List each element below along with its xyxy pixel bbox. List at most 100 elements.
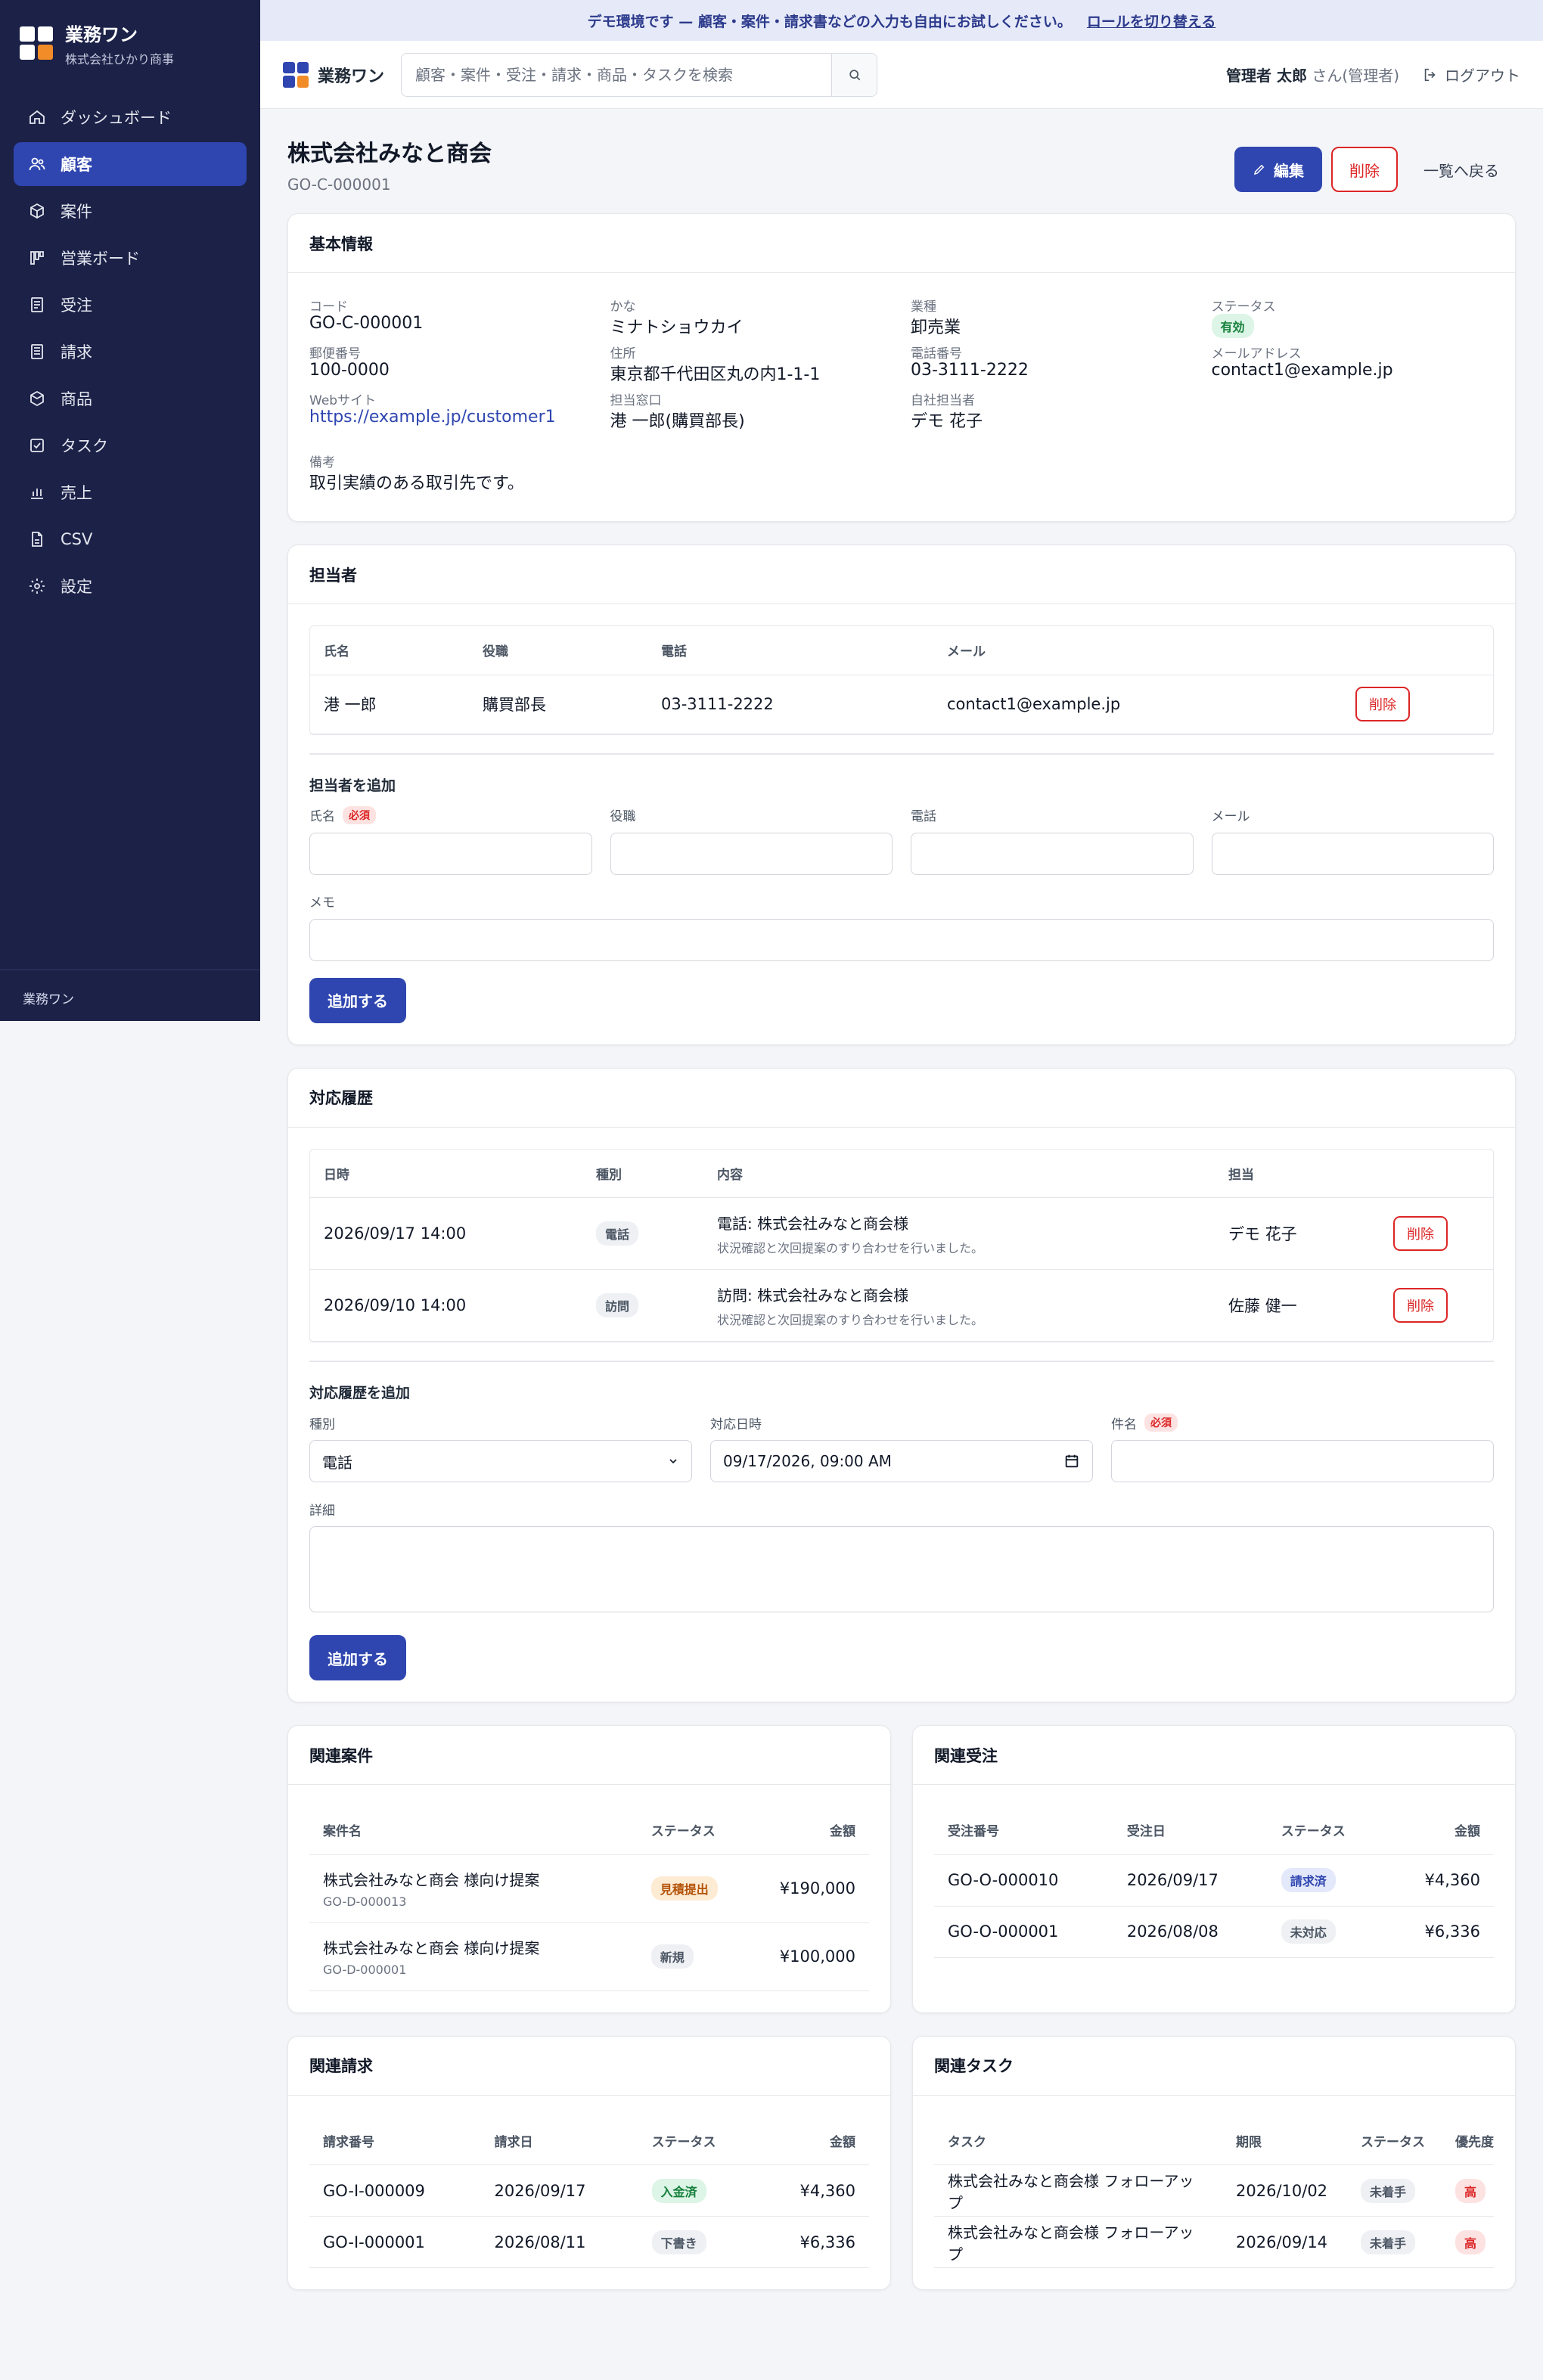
demo-banner: デモ環境です — 顧客・案件・請求書などの入力も自由にお試しください。 ロールを… — [260, 0, 1543, 41]
sidebar-item-orders[interactable]: 受注 — [14, 283, 247, 327]
back-to-list-button[interactable]: 一覧へ戻る — [1407, 147, 1516, 192]
history-type-select[interactable]: 電話 — [309, 1440, 692, 1482]
delete-history-button[interactable]: 削除 — [1393, 1216, 1448, 1251]
sidebar-item-sales[interactable]: 売上 — [14, 470, 247, 514]
table-row[interactable]: GO-I-000009 2026/09/17 入金済 ¥4,360 — [309, 2164, 869, 2217]
order-amount: ¥4,360 — [1386, 1854, 1494, 1907]
sidebar-item-label: 案件 — [61, 203, 92, 221]
card-title: 関連案件 — [288, 1726, 890, 1785]
history-detail: 状況確認と次回提案のすり合わせを行いました。 — [717, 1240, 984, 1255]
field-label: メールアドレス — [1211, 346, 1302, 361]
page-actions: 編集 削除 一覧へ戻る — [1234, 147, 1516, 192]
delete-button[interactable]: 削除 — [1331, 147, 1398, 192]
column-header: 受注番号 — [934, 1806, 1113, 1855]
sidebar-item-invoices[interactable]: 請求 — [14, 330, 247, 374]
table-row[interactable]: 株式会社みなと商会様 フォローアップ 2026/09/14 未着手 高 — [934, 2216, 1494, 2268]
history-owner: 佐藤 健一 — [1215, 1269, 1380, 1342]
search-button[interactable] — [831, 53, 877, 96]
contact-memo-input[interactable] — [309, 918, 1494, 961]
sidebar-item-csv[interactable]: CSV — [14, 517, 247, 561]
column-header: 金額 — [765, 1806, 869, 1855]
column-header: 役職 — [469, 626, 647, 675]
priority-badge: 高 — [1455, 2230, 1486, 2254]
topbar: 業務ワン 管理者 太郎 さん(管理者) ログアウト — [260, 41, 1543, 109]
brand[interactable]: 業務ワン 株式会社ひかり商事 — [0, 0, 260, 86]
history-table: 日時 種別 内容 担当 2026/09/17 14:00 電話 電話: 株式会社… — [309, 1148, 1494, 1342]
deal-code: GO-D-000013 — [323, 1894, 407, 1909]
task-due: 2026/10/02 — [1222, 2164, 1347, 2217]
calendar-icon[interactable] — [1063, 1453, 1080, 1469]
current-user: 管理者 太郎 さん(管理者) — [1226, 64, 1399, 85]
edit-button[interactable]: 編集 — [1234, 147, 1322, 192]
sidebar-item-products[interactable]: 商品 — [14, 377, 247, 420]
status-badge: 下書き — [651, 2230, 706, 2254]
deal-name: 株式会社みなと商会 様向け提案 — [323, 1871, 540, 1889]
field-label: 自社担当者 — [911, 393, 975, 408]
sidebar-item-label: 受注 — [61, 296, 92, 315]
table-row: 2026/09/17 14:00 電話 電話: 株式会社みなと商会様 状況確認と次… — [310, 1197, 1493, 1270]
history-owner: デモ 花子 — [1215, 1197, 1380, 1270]
history-detail-textarea[interactable] — [309, 1526, 1494, 1612]
search-icon — [849, 69, 860, 80]
column-header: 優先度 — [1442, 2116, 1494, 2165]
card-title: 対応履歴 — [288, 1069, 1515, 1128]
kanban-icon — [27, 248, 47, 268]
field-kana: ミナトショウカイ — [610, 318, 744, 337]
sidebar-item-sales-board[interactable]: 営業ボード — [14, 236, 247, 280]
website-link[interactable]: https://example.jp/customer1 — [309, 408, 556, 427]
history-datetime: 2026/09/10 14:00 — [310, 1269, 582, 1342]
field-label: コード — [309, 299, 348, 315]
banner-text: デモ環境です — 顧客・案件・請求書などの入力も自由にお試しください。 — [587, 13, 1072, 30]
history-type-badge: 電話 — [596, 1221, 639, 1246]
delete-contact-button[interactable]: 削除 — [1355, 687, 1410, 721]
field-label: 詳細 — [309, 1503, 335, 1519]
history-datetime-input[interactable]: 09/17/2026, 09:00 AM — [710, 1440, 1093, 1482]
table-row[interactable]: GO-I-000001 2026/08/11 下書き ¥6,336 — [309, 2216, 869, 2268]
related-invoices-card: 関連請求 請求番号 請求日 ステータス 金額 GO-I-000009 2026/… — [287, 2035, 891, 2290]
sidebar: 業務ワン 株式会社ひかり商事 ダッシュボード 顧客 案件 営業ボード 受注 請求 — [0, 0, 260, 1021]
order-no: GO-O-000001 — [934, 1906, 1113, 1958]
sidebar-item-settings[interactable]: 設定 — [14, 564, 247, 608]
column-header: 請求番号 — [309, 2116, 481, 2165]
add-history-button[interactable]: 追加する — [309, 1635, 406, 1680]
sidebar-item-label: タスク — [61, 437, 108, 455]
sidebar-item-label: 売上 — [61, 484, 92, 502]
order-date: 2026/09/17 — [1113, 1854, 1268, 1907]
add-contact-button[interactable]: 追加する — [309, 977, 406, 1023]
field-contact: 港 一郎(購買部長) — [610, 412, 745, 431]
logout-button[interactable]: ログアウト — [1422, 64, 1520, 85]
user-name: 管理者 太郎 — [1226, 67, 1308, 85]
status-badge: 入金済 — [651, 2178, 706, 2203]
column-header: ステータス — [637, 1806, 766, 1855]
field-label: メール — [1211, 809, 1250, 824]
table-row[interactable]: 株式会社みなと商会 様向け提案 GO-D-000001 新規 ¥100,000 — [309, 1922, 869, 1991]
sidebar-item-label: 請求 — [61, 343, 92, 361]
contact-phone-input[interactable] — [911, 832, 1194, 875]
contact-role-input[interactable] — [610, 832, 893, 875]
table-row[interactable]: GO-O-000010 2026/09/17 請求済 ¥4,360 — [934, 1854, 1494, 1907]
field-label: Webサイト — [309, 393, 377, 408]
sidebar-item-deals[interactable]: 案件 — [14, 189, 247, 233]
table-row[interactable]: 株式会社みなと商会 様向け提案 GO-D-000013 見積提出 ¥190,000 — [309, 1854, 869, 1923]
search-input[interactable] — [402, 53, 832, 96]
sidebar-item-tasks[interactable]: タスク — [14, 424, 247, 467]
topbar-brand[interactable]: 業務ワン — [283, 61, 384, 88]
switch-role-link[interactable]: ロールを切り替える — [1087, 11, 1215, 31]
contact-name-input[interactable] — [309, 832, 592, 875]
add-history-title: 対応履歴を追加 — [309, 1385, 411, 1401]
status-badge: 有効 — [1211, 314, 1254, 338]
table-row[interactable]: GO-O-000001 2026/08/08 未対応 ¥6,336 — [934, 1906, 1494, 1958]
field-label: 電話 — [911, 809, 936, 824]
table-row[interactable]: 株式会社みなと商会様 フォローアップ 2026/10/02 未着手 高 — [934, 2164, 1494, 2217]
history-subject-input[interactable] — [1111, 1440, 1494, 1482]
contact-email-input[interactable] — [1211, 832, 1494, 875]
sidebar-item-label: ダッシュボード — [61, 109, 172, 127]
sidebar-item-customers[interactable]: 顧客 — [14, 142, 247, 186]
delete-history-button[interactable]: 削除 — [1393, 1288, 1448, 1323]
sidebar-item-dashboard[interactable]: ダッシュボード — [14, 95, 247, 139]
bar-chart-icon — [27, 483, 47, 502]
status-badge: 見積提出 — [650, 1876, 718, 1901]
sidebar-item-label: 営業ボード — [61, 250, 140, 268]
history-type-value: 電話 — [322, 1453, 352, 1472]
sidebar-item-label: CSV — [61, 530, 93, 548]
